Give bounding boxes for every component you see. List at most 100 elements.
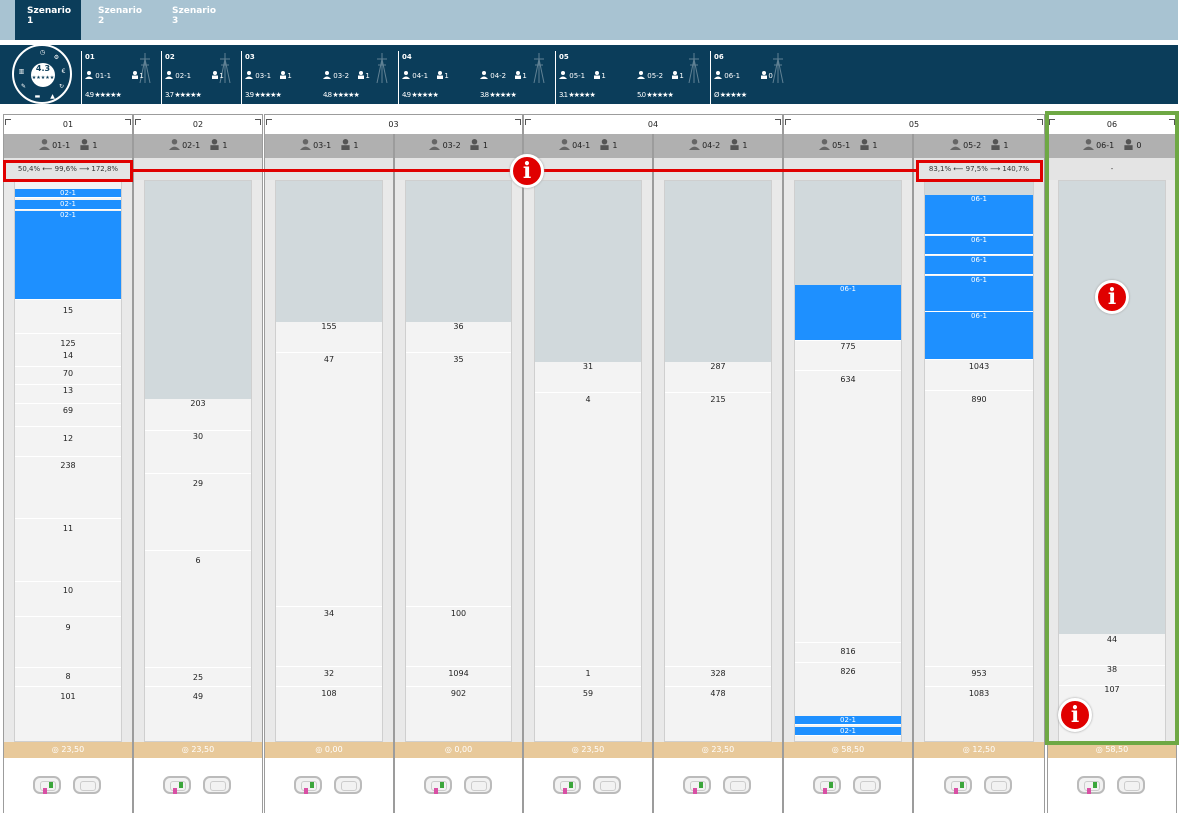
info-icon[interactable]: i — [1058, 698, 1092, 732]
tab-szenario-2[interactable]: Szenario 2 — [86, 0, 156, 40]
assigned-task-block[interactable]: 06-1 — [925, 276, 1033, 312]
task-value[interactable]: 69 — [15, 406, 121, 416]
task-value[interactable]: 203 — [145, 399, 251, 409]
task-value[interactable]: 634 — [795, 375, 901, 385]
task-value[interactable]: 478 — [665, 689, 771, 699]
task-value[interactable]: 32 — [276, 669, 382, 679]
task-value[interactable]: 14 — [15, 351, 121, 361]
info-icon[interactable]: i — [1095, 280, 1129, 314]
lane-header[interactable]: 05-2 1 — [914, 134, 1044, 158]
task-value[interactable]: 36 — [406, 322, 511, 332]
task-value[interactable]: 30 — [145, 432, 251, 442]
car-icon[interactable] — [203, 776, 231, 794]
task-value[interactable]: 100 — [406, 609, 511, 619]
lane-header[interactable]: 03-2 1 — [395, 134, 522, 158]
task-value[interactable]: 6 — [145, 556, 251, 566]
task-value[interactable]: 328 — [665, 669, 771, 679]
car-icon[interactable] — [33, 776, 61, 794]
assigned-task-block[interactable]: 06-1 — [925, 236, 1033, 255]
assigned-task-block[interactable]: 02-1 — [795, 716, 901, 725]
task-value[interactable]: 47 — [276, 355, 382, 365]
task-value[interactable]: 70 — [15, 369, 121, 379]
task-value[interactable]: 31 — [535, 362, 641, 372]
task-value[interactable]: 108 — [276, 689, 382, 699]
assigned-task-block[interactable]: 06-1 — [925, 312, 1033, 360]
car-icon[interactable] — [294, 776, 322, 794]
car-icon[interactable] — [163, 776, 191, 794]
assigned-task-block[interactable]: 02-1 — [15, 211, 121, 300]
task-value[interactable]: 238 — [15, 461, 121, 471]
task-value[interactable]: 4 — [535, 395, 641, 405]
task-value[interactable]: 215 — [665, 395, 771, 405]
car-icon[interactable] — [1117, 776, 1145, 794]
task-value[interactable]: 12 — [15, 434, 121, 444]
lane-header[interactable]: 03-1 1 — [265, 134, 393, 158]
task-value[interactable]: 775 — [795, 342, 901, 352]
task-value[interactable]: 9 — [15, 623, 121, 633]
tab-szenario-1[interactable]: Szenario 1 — [15, 0, 81, 40]
task-value[interactable]: 29 — [145, 479, 251, 489]
task-value[interactable]: 35 — [406, 355, 511, 365]
task-value[interactable]: 953 — [925, 669, 1033, 679]
column-header[interactable]: 04 — [524, 115, 782, 135]
tab-szenario-3[interactable]: Szenario 3 — [160, 0, 230, 40]
car-icon[interactable] — [813, 776, 841, 794]
task-value[interactable]: 11 — [15, 524, 121, 534]
car-icon[interactable] — [723, 776, 751, 794]
station-card-04[interactable]: 04 04-1 1 04-2 1 4.9 ★★★★★ 3.8 ★★★★★ — [398, 51, 555, 104]
column-header[interactable]: 01 — [4, 115, 132, 135]
task-value[interactable]: 13 — [15, 386, 121, 396]
assigned-task-block[interactable]: 02-1 — [795, 727, 901, 736]
info-icon[interactable]: i — [510, 154, 544, 188]
task-value[interactable]: 155 — [276, 322, 382, 332]
task-value[interactable]: 15 — [15, 306, 121, 316]
task-value[interactable]: 816 — [795, 647, 901, 657]
task-value[interactable]: 125 — [15, 339, 121, 349]
task-value[interactable]: 25 — [145, 673, 251, 683]
station-card-05[interactable]: 05 05-1 1 05-2 1 3.1 ★★★★★ 5.0 ★★★★★ — [555, 51, 710, 104]
car-icon[interactable] — [553, 776, 581, 794]
column-header[interactable]: 03 — [265, 115, 522, 135]
task-value[interactable]: 902 — [406, 689, 511, 699]
lane-header[interactable]: 01-1 1 — [4, 134, 132, 158]
overall-score-dial[interactable]: ◷ ⚙ € ↻ ▲ ▬ ✎ ▥ 4.3 ★★★★★ — [12, 44, 72, 104]
assigned-task-block[interactable]: 06-1 — [925, 195, 1033, 235]
task-value[interactable]: 34 — [276, 609, 382, 619]
lane-header[interactable]: 05-1 1 — [784, 134, 912, 158]
station-card-02[interactable]: 02 02-1 1 3.7 ★★★★★ — [161, 51, 241, 104]
assigned-task-block[interactable]: 02-1 — [15, 189, 121, 198]
task-value[interactable]: 1043 — [925, 362, 1033, 372]
column-header[interactable]: 05 — [784, 115, 1044, 135]
lane-header[interactable]: 02-1 1 — [134, 134, 262, 158]
station-card-03[interactable]: 03 03-1 1 03-2 1 3.9 ★★★★★ 4.8 ★★★★★ — [241, 51, 398, 104]
car-icon[interactable] — [464, 776, 492, 794]
assigned-task-block[interactable]: 02-1 — [15, 200, 121, 210]
column-header[interactable]: 02 — [134, 115, 262, 135]
car-icon[interactable] — [944, 776, 972, 794]
car-icon[interactable] — [73, 776, 101, 794]
car-icon[interactable] — [1077, 776, 1105, 794]
task-value[interactable]: 287 — [665, 362, 771, 372]
car-icon[interactable] — [593, 776, 621, 794]
task-value[interactable]: 101 — [15, 692, 121, 702]
task-value[interactable]: 826 — [795, 667, 901, 677]
station-card-01[interactable]: 01 01-1 1 4.9 ★★★★★ — [81, 51, 161, 104]
lane-header[interactable]: 04-1 1 — [524, 134, 652, 158]
task-value[interactable]: 1094 — [406, 669, 511, 679]
lane-header[interactable]: 04-2 1 — [654, 134, 782, 158]
task-value[interactable]: 8 — [15, 672, 121, 682]
car-icon[interactable] — [853, 776, 881, 794]
assigned-task-block[interactable]: 06-1 — [795, 285, 901, 341]
car-icon[interactable] — [984, 776, 1012, 794]
task-value[interactable]: 49 — [145, 692, 251, 702]
task-value[interactable]: 1 — [535, 669, 641, 679]
car-icon[interactable] — [334, 776, 362, 794]
station-card-06[interactable]: 06 06-1 0Ø ★★★★★ — [710, 51, 794, 104]
task-value[interactable]: 10 — [15, 586, 121, 596]
task-value[interactable]: 1083 — [925, 689, 1033, 699]
car-icon[interactable] — [683, 776, 711, 794]
task-value[interactable]: 890 — [925, 395, 1033, 405]
car-icon[interactable] — [424, 776, 452, 794]
task-value[interactable]: 59 — [535, 689, 641, 699]
assigned-task-block[interactable]: 06-1 — [925, 256, 1033, 275]
